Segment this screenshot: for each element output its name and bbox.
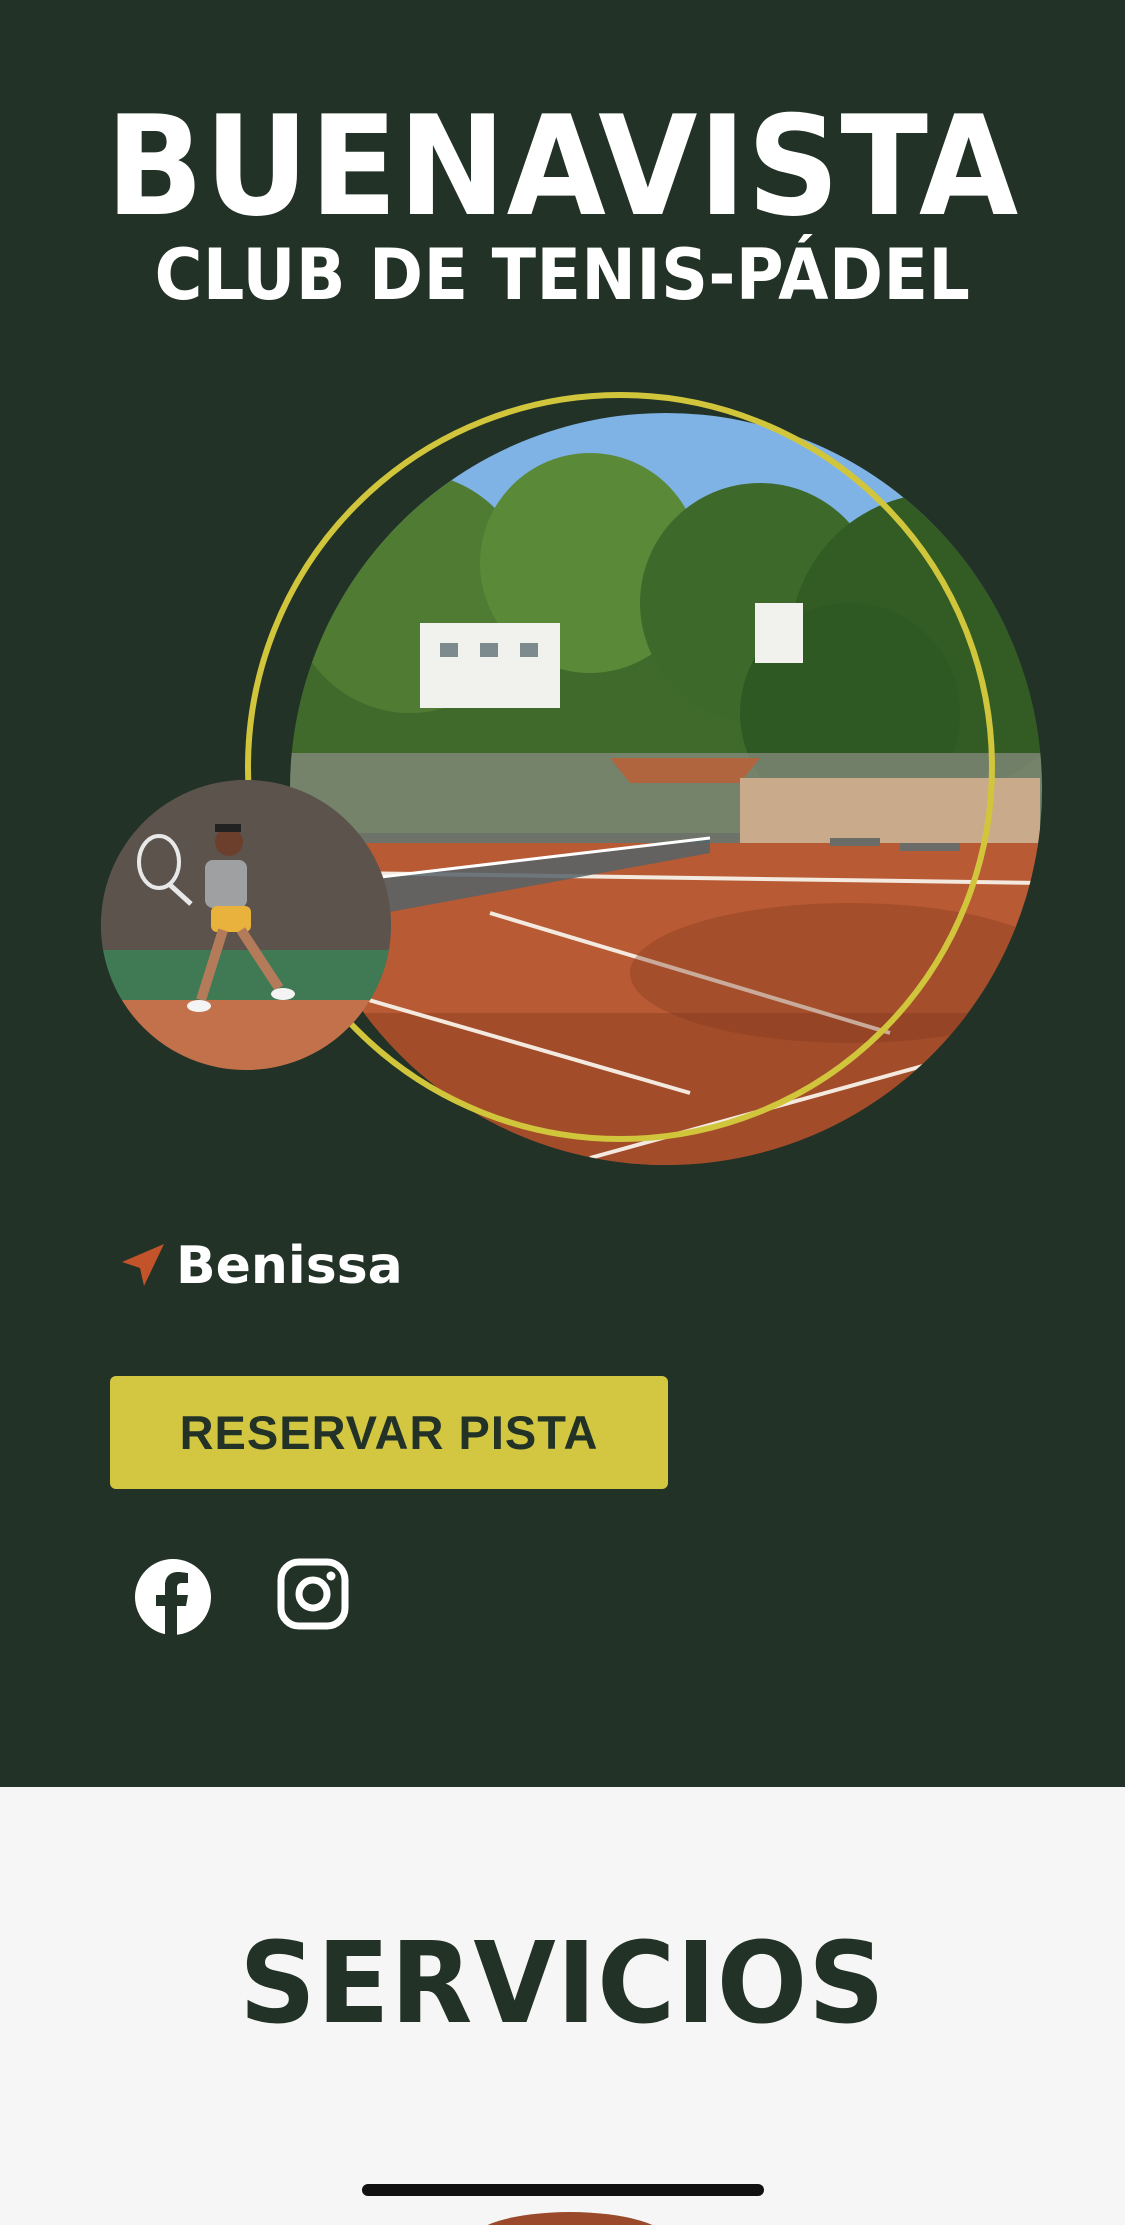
location[interactable]: Benissa [118,1236,403,1296]
service-image-peek [470,2212,670,2225]
location-arrow-icon [122,1244,164,1286]
tennis-player-photo [101,780,391,1070]
facebook-icon[interactable] [134,1558,212,1636]
instagram-icon[interactable] [277,1558,349,1630]
club-name: BUENAVISTA [105,86,1020,247]
page: BUENAVISTA CLUB DE TENIS-PÁDEL Benissa R… [0,0,1125,2225]
hero-section: BUENAVISTA CLUB DE TENIS-PÁDEL Benissa R… [0,0,1125,1787]
tennis-court-photo [290,413,1042,1165]
services-title: SERVICIOS [239,1919,886,2049]
club-subtitle: CLUB DE TENIS-PÁDEL [154,234,971,316]
reserve-court-button[interactable]: RESERVAR PISTA [110,1376,668,1489]
location-label: Benissa [176,1236,403,1296]
home-indicator[interactable] [362,2184,764,2196]
